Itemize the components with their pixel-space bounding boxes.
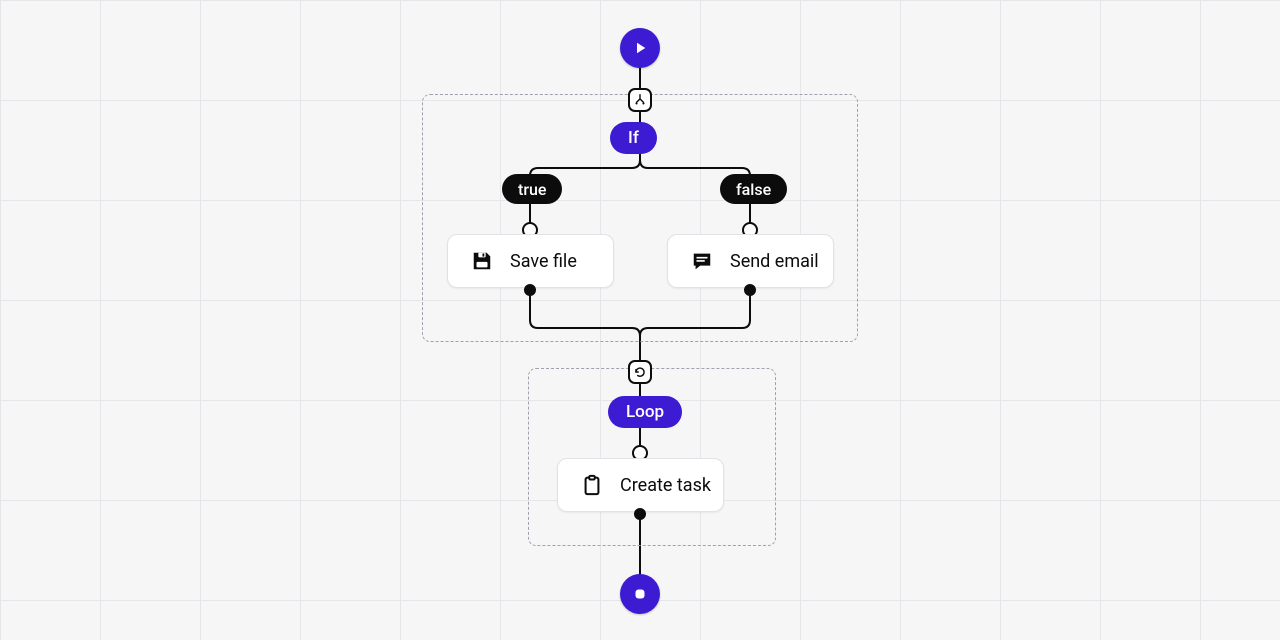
true-text: true bbox=[518, 180, 546, 199]
node-send-email[interactable]: Send email bbox=[667, 234, 834, 288]
true-label[interactable]: true bbox=[502, 174, 562, 204]
start-node[interactable] bbox=[620, 28, 660, 68]
loop-label[interactable]: Loop bbox=[608, 396, 682, 428]
false-text: false bbox=[736, 180, 771, 199]
port-out-send[interactable] bbox=[744, 284, 756, 296]
loop-scope-chip[interactable] bbox=[628, 360, 652, 384]
stop-icon bbox=[631, 585, 649, 603]
loop-group[interactable] bbox=[528, 368, 776, 546]
save-icon bbox=[470, 249, 494, 273]
node-save-file[interactable]: Save file bbox=[447, 234, 614, 288]
loop-icon bbox=[633, 365, 647, 379]
message-icon bbox=[690, 249, 714, 273]
play-icon bbox=[631, 39, 649, 57]
branch-icon bbox=[633, 93, 647, 107]
loop-text: Loop bbox=[626, 402, 664, 422]
port-out-create[interactable] bbox=[634, 508, 646, 520]
if-scope-chip[interactable] bbox=[628, 88, 652, 112]
create-task-label: Create task bbox=[620, 475, 711, 496]
workflow-canvas[interactable]: If true false Save file Send email Loop bbox=[0, 0, 1280, 640]
port-out-save[interactable] bbox=[524, 284, 536, 296]
end-node[interactable] bbox=[620, 574, 660, 614]
if-text: If bbox=[628, 128, 639, 148]
save-file-label: Save file bbox=[510, 251, 577, 272]
node-create-task[interactable]: Create task bbox=[557, 458, 724, 512]
send-email-label: Send email bbox=[730, 251, 819, 272]
false-label[interactable]: false bbox=[720, 174, 787, 204]
if-label[interactable]: If bbox=[610, 122, 657, 154]
clipboard-icon bbox=[580, 473, 604, 497]
